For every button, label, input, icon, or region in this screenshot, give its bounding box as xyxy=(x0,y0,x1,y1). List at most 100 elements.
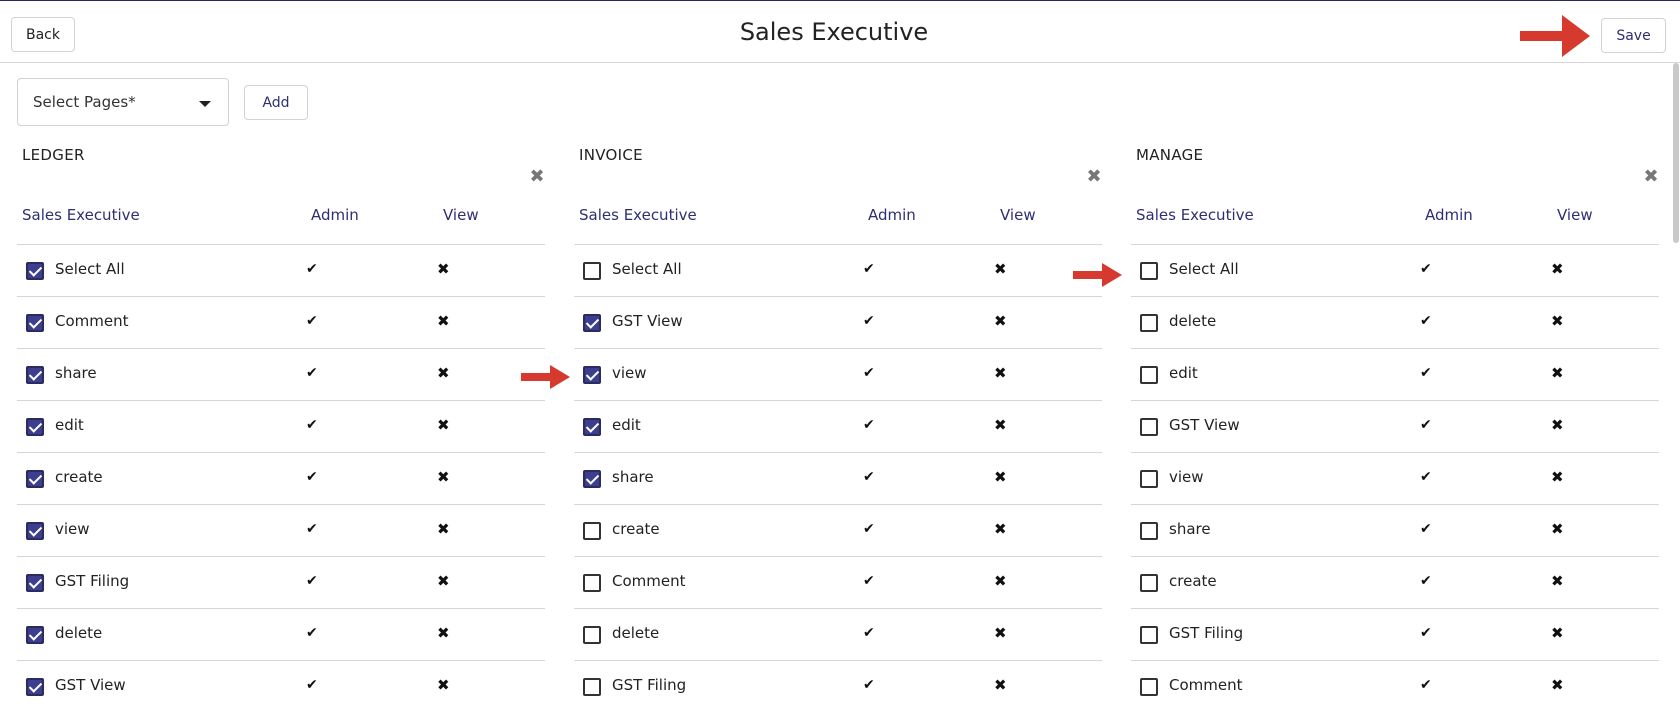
permission-label: create xyxy=(1169,572,1217,590)
permission-checkbox[interactable] xyxy=(1140,418,1158,436)
checkmark-icon: ✔ xyxy=(306,677,318,693)
permission-checkbox[interactable] xyxy=(26,522,44,540)
page-header: Back Sales Executive Save xyxy=(0,1,1680,63)
red-arrow-icon xyxy=(1073,263,1122,287)
checkmark-icon: ✔ xyxy=(1420,417,1432,433)
permission-label: create xyxy=(55,468,103,486)
checkmark-icon: ✔ xyxy=(306,261,318,277)
red-arrow-icon xyxy=(521,365,570,389)
permission-checkbox[interactable] xyxy=(26,262,44,280)
permission-checkbox[interactable] xyxy=(1140,366,1158,384)
permission-row: GST View ✔ ✖ xyxy=(17,660,545,712)
permission-checkbox[interactable] xyxy=(1140,470,1158,488)
permission-row: view ✔ ✖ xyxy=(17,504,545,556)
permission-label: edit xyxy=(55,416,84,434)
permission-row: Comment ✔ ✖ xyxy=(574,556,1102,608)
cross-icon: ✖ xyxy=(994,364,1007,382)
add-button[interactable]: Add xyxy=(244,85,308,120)
permission-row: view ✔ ✖ xyxy=(1131,452,1659,504)
permission-checkbox[interactable] xyxy=(26,678,44,696)
permission-row: share ✔ ✖ xyxy=(574,452,1102,504)
section-invoice: INVOICE ✖ Sales Executive Admin View Sel… xyxy=(574,140,1102,710)
cross-icon: ✖ xyxy=(1551,676,1564,694)
permission-row: GST Filing ✔ ✖ xyxy=(1131,608,1659,660)
permission-checkbox[interactable] xyxy=(583,574,601,592)
cross-icon: ✖ xyxy=(1551,312,1564,330)
select-pages-dropdown[interactable]: Select Pages* xyxy=(17,78,229,126)
page-title: Sales Executive xyxy=(739,18,929,46)
checkmark-icon: ✔ xyxy=(1420,521,1432,537)
cross-icon: ✖ xyxy=(994,260,1007,278)
permission-checkbox[interactable] xyxy=(26,470,44,488)
permission-checkbox[interactable] xyxy=(1140,262,1158,280)
checkmark-icon: ✔ xyxy=(1420,261,1432,277)
permission-checkbox[interactable] xyxy=(1140,314,1158,332)
cross-icon: ✖ xyxy=(437,468,450,486)
permission-checkbox[interactable] xyxy=(26,366,44,384)
close-icon[interactable]: ✖ xyxy=(1086,168,1102,186)
permission-row: delete ✔ ✖ xyxy=(574,608,1102,660)
permission-row: create ✔ ✖ xyxy=(17,452,545,504)
permission-checkbox[interactable] xyxy=(583,522,601,540)
red-arrow-icon xyxy=(1520,15,1590,57)
permission-label: delete xyxy=(612,624,660,642)
column-header-admin: Admin xyxy=(311,206,359,224)
permission-checkbox[interactable] xyxy=(26,418,44,436)
permission-label: delete xyxy=(55,624,103,642)
permission-checkbox[interactable] xyxy=(583,314,601,332)
column-header-view: View xyxy=(1000,206,1036,224)
permission-checkbox[interactable] xyxy=(583,626,601,644)
checkmark-icon: ✔ xyxy=(306,313,318,329)
permission-label: Select All xyxy=(55,260,125,278)
permission-checkbox[interactable] xyxy=(583,470,601,488)
permission-row: GST Filing ✔ ✖ xyxy=(574,660,1102,712)
save-button[interactable]: Save xyxy=(1601,18,1666,53)
permission-row: GST Filing ✔ ✖ xyxy=(17,556,545,608)
checkmark-icon: ✔ xyxy=(1420,313,1432,329)
cross-icon: ✖ xyxy=(994,624,1007,642)
permission-label: Comment xyxy=(1169,676,1243,694)
permission-label: create xyxy=(612,520,660,538)
column-header-view: View xyxy=(443,206,479,224)
permission-label: GST Filing xyxy=(612,676,687,694)
permission-row: Select All ✔ ✖ xyxy=(1131,244,1659,296)
permission-row: delete ✔ ✖ xyxy=(1131,296,1659,348)
permission-checkbox[interactable] xyxy=(583,678,601,696)
permission-label: GST View xyxy=(612,312,683,330)
close-icon[interactable]: ✖ xyxy=(529,168,545,186)
permission-checkbox[interactable] xyxy=(26,626,44,644)
cross-icon: ✖ xyxy=(1551,624,1564,642)
permission-row: edit ✔ ✖ xyxy=(17,400,545,452)
permission-list: Select All ✔ ✖ delete ✔ ✖ edit ✔ ✖ GST View ✔ ✖ … xyxy=(1131,244,1659,712)
permission-checkbox[interactable] xyxy=(26,314,44,332)
permission-label: share xyxy=(612,468,654,486)
checkmark-icon: ✔ xyxy=(1420,469,1432,485)
permission-checkbox[interactable] xyxy=(583,418,601,436)
permission-label: edit xyxy=(1169,364,1198,382)
permission-row: GST View ✔ ✖ xyxy=(1131,400,1659,452)
cross-icon: ✖ xyxy=(994,312,1007,330)
checkmark-icon: ✔ xyxy=(863,261,875,277)
permission-row: edit ✔ ✖ xyxy=(574,400,1102,452)
cross-icon: ✖ xyxy=(994,468,1007,486)
checkmark-icon: ✔ xyxy=(1420,625,1432,641)
permission-checkbox[interactable] xyxy=(26,574,44,592)
cross-icon: ✖ xyxy=(1551,572,1564,590)
column-header-role: Sales Executive xyxy=(579,206,697,224)
permission-row: GST View ✔ ✖ xyxy=(574,296,1102,348)
checkmark-icon: ✔ xyxy=(863,469,875,485)
permission-checkbox[interactable] xyxy=(1140,574,1158,592)
permission-checkbox[interactable] xyxy=(1140,522,1158,540)
cross-icon: ✖ xyxy=(1551,416,1564,434)
scrollbar[interactable] xyxy=(1673,63,1679,243)
permission-label: Select All xyxy=(1169,260,1239,278)
permission-label: GST Filing xyxy=(1169,624,1244,642)
permission-label: GST Filing xyxy=(55,572,130,590)
permission-checkbox[interactable] xyxy=(583,262,601,280)
permission-label: edit xyxy=(612,416,641,434)
permission-checkbox[interactable] xyxy=(583,366,601,384)
permission-checkbox[interactable] xyxy=(1140,626,1158,644)
close-icon[interactable]: ✖ xyxy=(1643,168,1659,186)
permission-checkbox[interactable] xyxy=(1140,678,1158,696)
cross-icon: ✖ xyxy=(994,676,1007,694)
